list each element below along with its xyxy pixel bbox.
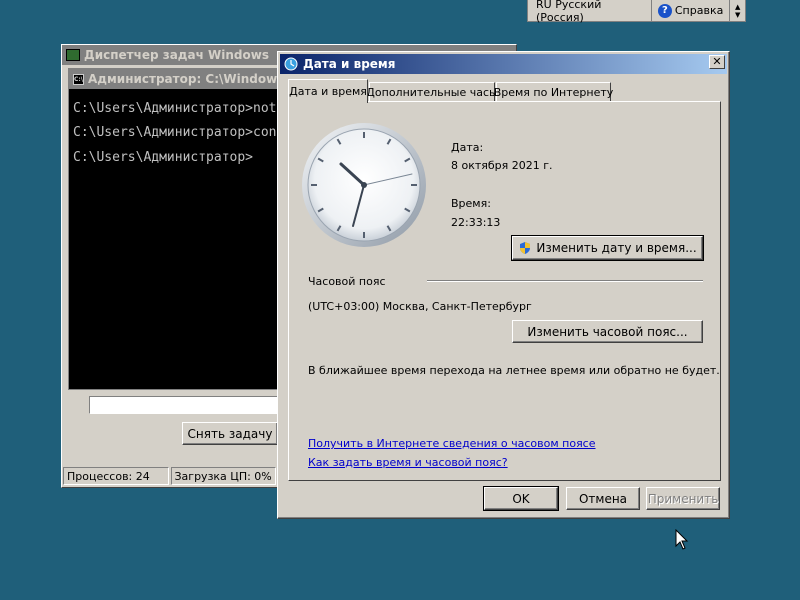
dst-note: В ближайшее время перехода на летнее вре… <box>308 364 720 377</box>
timezone-divider <box>427 280 703 282</box>
date-time-titlebar[interactable]: Дата и время <box>280 54 727 74</box>
langbar-options-button[interactable]: ▲ ▼ <box>730 0 745 21</box>
shield-icon <box>520 242 531 254</box>
task-manager-field[interactable] <box>89 396 279 414</box>
console-icon: C:\ <box>73 73 84 85</box>
change-date-time-button[interactable]: Изменить дату и время... <box>511 235 704 261</box>
cancel-button[interactable]: Отмена <box>566 487 640 510</box>
ok-button[interactable]: OK <box>483 486 559 511</box>
chevron-up-icon: ▲ <box>734 2 741 11</box>
apply-button[interactable]: Применить <box>646 487 720 510</box>
status-processes: Процессов: 24 <box>63 467 169 485</box>
time-label: Время: <box>451 197 491 210</box>
close-icon: ✕ <box>712 55 722 68</box>
help-icon: ? <box>657 3 672 18</box>
console-line: C:\Users\Администратор>con <box>73 125 277 140</box>
tab-date-time[interactable]: Дата и время <box>288 79 368 103</box>
timezone-info-link[interactable]: Получить в Интернете сведения о часовом … <box>308 437 596 450</box>
task-manager-statusbar: Процессов: 24 Загрузка ЦП: 0% <box>63 467 276 487</box>
timezone-label: Часовой пояс <box>308 275 386 288</box>
clock-globe-icon <box>284 57 298 71</box>
change-date-time-label: Изменить дату и время... <box>536 241 697 255</box>
close-button[interactable]: ✕ <box>709 55 725 69</box>
tab-additional-clocks[interactable]: Дополнительные часы <box>366 82 498 102</box>
console-line: C:\Users\Администратор> <box>73 150 254 165</box>
mouse-cursor-icon <box>675 529 689 550</box>
analog-clock <box>302 123 426 247</box>
language-bar: RU Русский (Россия) ? Справка ▲ ▼ <box>527 0 746 24</box>
tab-internet-time[interactable]: Время по Интернету <box>494 82 613 102</box>
howto-link[interactable]: Как задать время и часовой пояс? <box>308 456 508 469</box>
date-time-title: Дата и время <box>303 57 396 71</box>
command-prompt-titlebar[interactable]: C:\ Администратор: C:\Windows\sys <box>69 69 279 89</box>
chevron-down-icon: ▼ <box>734 10 741 19</box>
language-indicator[interactable]: RU Русский (Россия) <box>528 0 652 24</box>
change-timezone-button[interactable]: Изменить часовой пояс... <box>512 320 703 343</box>
help-label: Справка <box>674 4 724 17</box>
date-value: 8 октября 2021 г. <box>451 159 553 172</box>
date-label: Дата: <box>451 141 484 154</box>
task-manager-icon <box>66 49 80 61</box>
command-prompt-window[interactable]: C:\ Администратор: C:\Windows\sys C:\Use… <box>68 68 280 390</box>
console-line: C:\Users\Администратор>not <box>73 101 277 116</box>
end-task-button[interactable]: Снять задачу <box>182 422 278 445</box>
command-prompt-title: Администратор: C:\Windows\sys <box>88 72 279 86</box>
timezone-value: (UTC+03:00) Москва, Санкт-Петербург <box>308 300 532 313</box>
help-button[interactable]: ? Справка <box>652 0 731 21</box>
status-cpu: Загрузка ЦП: 0% <box>170 467 276 485</box>
time-value: 22:33:13 <box>451 216 501 229</box>
task-manager-title: Диспетчер задач Windows <box>84 48 269 62</box>
